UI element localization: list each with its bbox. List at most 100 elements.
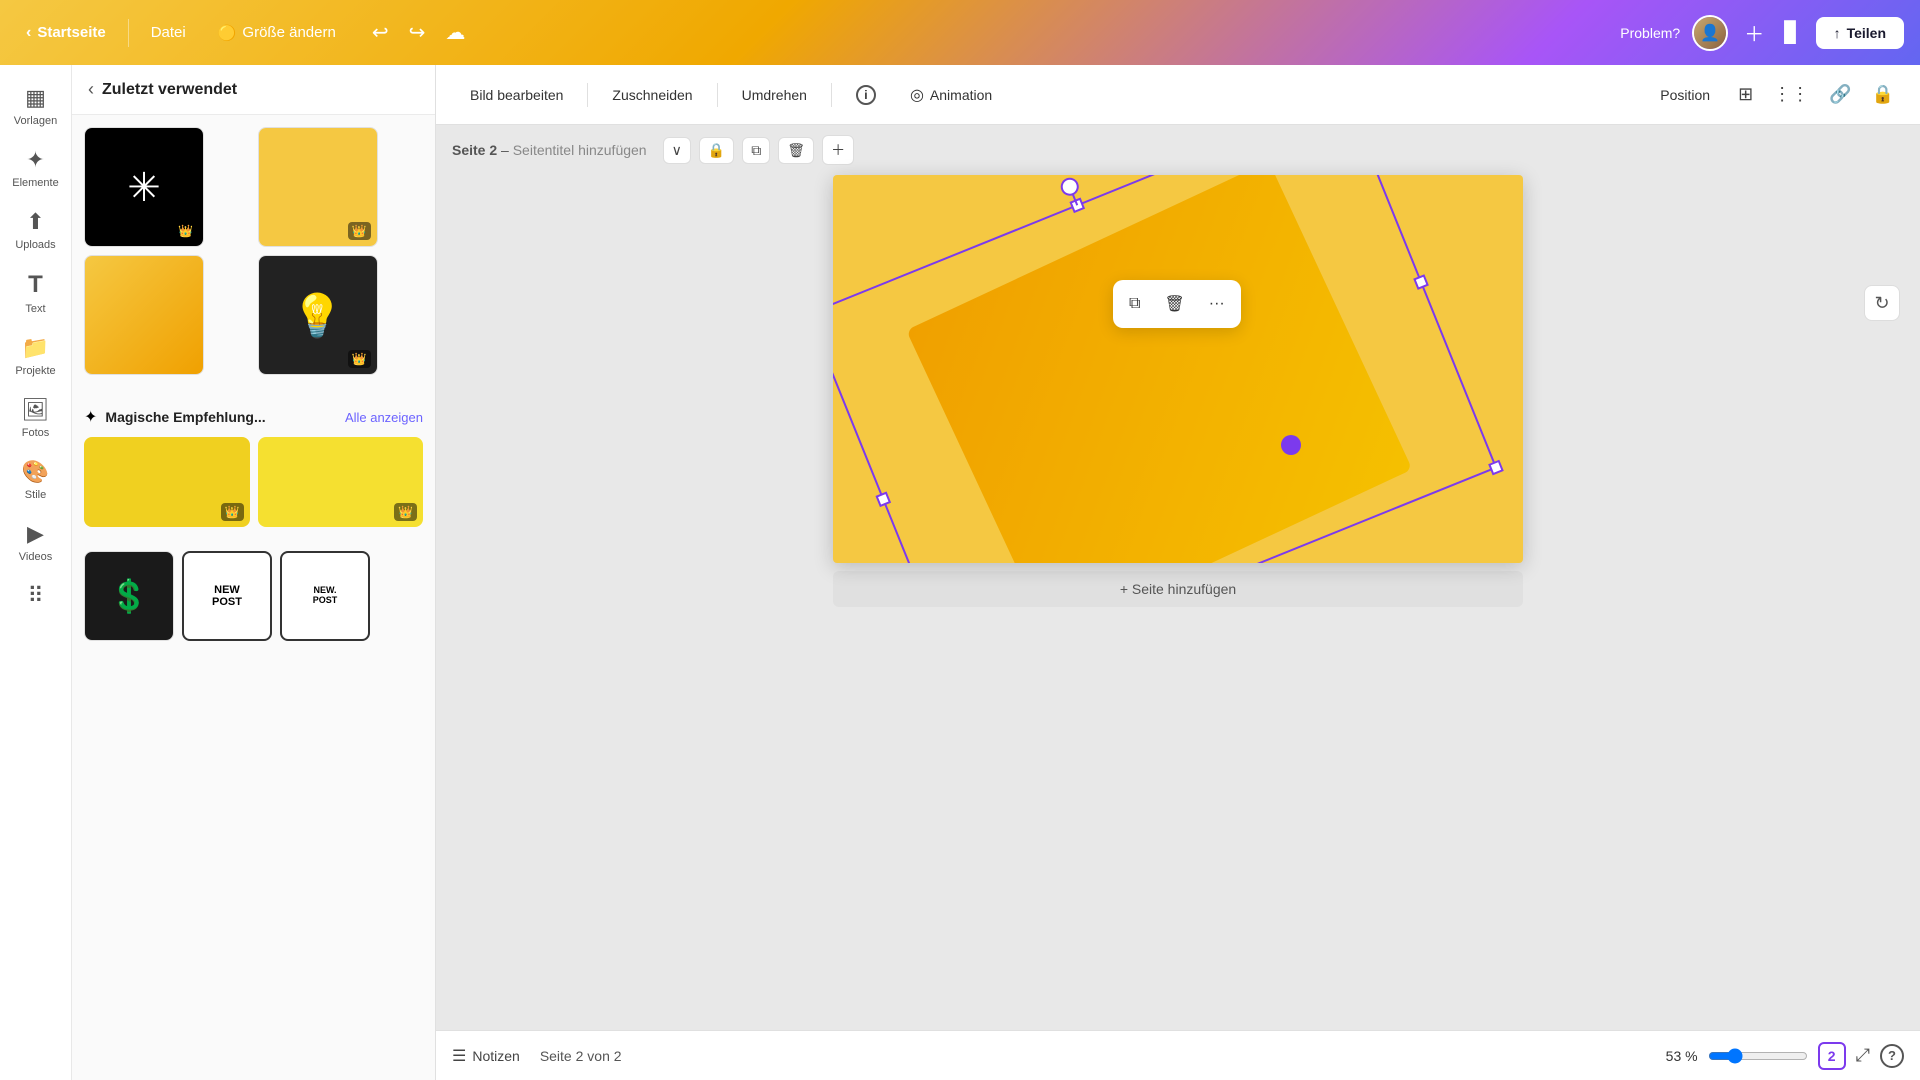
sidebar-item-fotos[interactable]: 🖼 Fotos	[4, 389, 68, 447]
page-copy-button[interactable]: ⧉	[742, 137, 770, 164]
videos-label: Videos	[19, 551, 52, 563]
header: ‹ Startseite Datei 🟡 Größe ändern ↩ ↪ ☁ …	[0, 0, 1920, 65]
page-lock-icon: 🔒	[708, 142, 725, 158]
grid-icon-button[interactable]: ⋮⋮	[1767, 78, 1815, 111]
more-icon: ⠿	[27, 583, 43, 609]
info-button[interactable]: i	[842, 77, 890, 113]
template-item-yellow[interactable]: 👑	[258, 127, 378, 247]
page-number: 2	[1828, 1048, 1836, 1064]
share-arrow-icon: ↑	[1834, 25, 1841, 41]
page-lock-button[interactable]: 🔒	[699, 137, 734, 164]
size-label: Größe ändern	[242, 24, 335, 41]
toolbar: Bild bearbeiten Zuschneiden Umdrehen i ◎…	[436, 65, 1920, 125]
home-button[interactable]: ‹ Startseite	[16, 18, 116, 48]
sticker-new-post-1[interactable]: NEWPOST	[182, 551, 272, 641]
share-button[interactable]: ↑ Teilen	[1816, 17, 1904, 49]
uploads-label: Uploads	[15, 239, 55, 251]
vorlagen-icon: ▦	[25, 85, 46, 111]
template-item-orange[interactable]	[84, 255, 204, 375]
help-button[interactable]: ?	[1880, 1044, 1904, 1068]
link-icon-button[interactable]: 🔗	[1823, 78, 1857, 111]
page-info: Seite 2 von 2	[540, 1048, 622, 1064]
page-delete-button[interactable]: 🗑	[778, 137, 814, 164]
refresh-button[interactable]: ↻	[1864, 285, 1900, 321]
page-label-num: Seite 2 – Seitentitel hinzufügen	[452, 142, 647, 158]
add-user-button[interactable]: ＋	[1740, 14, 1768, 51]
lock-icon-button[interactable]: 🔒	[1866, 78, 1900, 111]
position-label: Position	[1660, 87, 1710, 103]
problem-button[interactable]: Problem?	[1620, 25, 1680, 41]
context-menu: ⧉ 🗑 ···	[1113, 280, 1241, 328]
orange-thumbnail	[85, 256, 203, 375]
context-copy-button[interactable]: ⧉	[1119, 286, 1150, 322]
notes-button[interactable]: ☰ Notizen	[452, 1046, 520, 1066]
context-delete-button[interactable]: 🗑	[1154, 286, 1194, 322]
sidebar-item-projekte[interactable]: 📁 Projekte	[4, 327, 68, 385]
template-first-row: ✳ 👑 👑	[84, 127, 423, 247]
magic-title: Magische Empfehlung...	[105, 409, 265, 425]
sidebar-item-stile[interactable]: 🎨 Stile	[4, 451, 68, 509]
template-item-bulb[interactable]: 💡 👑	[258, 255, 378, 375]
toolbar-divider-1	[587, 83, 588, 107]
sidebar-item-videos[interactable]: ▶ Videos	[4, 513, 68, 571]
panel-header: ‹ Zuletzt verwendet	[72, 65, 435, 115]
lock-icon: 🔒	[1872, 84, 1894, 105]
uploads-icon: ⬆	[26, 209, 44, 235]
fullscreen-icon: ⤢	[1856, 1045, 1870, 1065]
cloud-icon: ☁	[445, 20, 465, 45]
see-all-button[interactable]: Alle anzeigen	[345, 410, 423, 425]
datei-button[interactable]: Datei	[141, 18, 196, 47]
zoom-label: 53 %	[1666, 1048, 1698, 1064]
animation-label: Animation	[930, 87, 992, 103]
sidebar-item-vorlagen[interactable]: ▦ Vorlagen	[4, 77, 68, 135]
avatar-image: 👤	[1694, 17, 1726, 49]
page-add-button[interactable]: ＋	[822, 135, 854, 165]
fullscreen-button[interactable]: ⤢	[1856, 1045, 1870, 1066]
sticker-dollar[interactable]: 💲	[84, 551, 174, 641]
link-icon: 🔗	[1829, 84, 1851, 105]
add-user-icon: ＋	[1744, 24, 1764, 46]
magic-item-2[interactable]: 👑	[258, 437, 424, 527]
sidebar-item-elemente[interactable]: ✦ Elemente	[4, 139, 68, 197]
size-change-button[interactable]: 🟡 Größe ändern	[208, 18, 346, 48]
magic-item-1[interactable]: 👑	[84, 437, 250, 527]
crown-badge-3: 👑	[348, 350, 371, 368]
canvas-page[interactable]: ⧉ 🗑 ···	[833, 175, 1523, 563]
bild-bearbeiten-button[interactable]: Bild bearbeiten	[456, 79, 577, 111]
canvas-shape	[906, 175, 1412, 563]
bild-bearbeiten-label: Bild bearbeiten	[470, 87, 563, 103]
zuschneiden-label: Zuschneiden	[612, 87, 692, 103]
panel: ‹ Zuletzt verwendet ✳ 👑 👑	[72, 65, 436, 1080]
panel-back-button[interactable]: ‹	[88, 79, 94, 100]
projekte-icon: 📁	[22, 335, 49, 361]
magic-section: ✦ Magische Empfehlung... Alle anzeigen 👑…	[72, 395, 435, 539]
position-button[interactable]: Position	[1646, 79, 1724, 111]
page-subtitle: Seitentitel hinzufügen	[513, 142, 647, 158]
page-dropdown-button[interactable]: ∨	[663, 137, 691, 164]
purple-handle-dot[interactable]	[1281, 435, 1301, 455]
context-more-button[interactable]: ···	[1199, 286, 1235, 322]
zuschneiden-button[interactable]: Zuschneiden	[598, 79, 706, 111]
filter-icon-button[interactable]: ⊞	[1732, 78, 1759, 111]
stats-button[interactable]: ▊	[1780, 16, 1803, 49]
refresh-icon: ↻	[1874, 293, 1889, 314]
page-label-dash: –	[501, 142, 513, 158]
elemente-label: Elemente	[12, 177, 58, 189]
sidebar-item-uploads[interactable]: ⬆ Uploads	[4, 201, 68, 259]
sidebar-item-text[interactable]: T Text	[4, 263, 68, 323]
undo-icon: ↩	[372, 20, 389, 45]
umdrehen-button[interactable]: Umdrehen	[728, 79, 821, 111]
template-item-burst[interactable]: ✳ 👑	[84, 127, 204, 247]
sticker-new-post-2[interactable]: NEW.POST	[280, 551, 370, 641]
umdrehen-label: Umdrehen	[742, 87, 807, 103]
animation-circle-icon: ◎	[910, 85, 924, 105]
redo-button[interactable]: ↪	[403, 14, 432, 51]
add-page-bar[interactable]: + Seite hinzufügen	[833, 571, 1523, 607]
copy-icon: ⧉	[1129, 295, 1140, 312]
undo-button[interactable]: ↩	[366, 14, 395, 51]
cloud-save-button[interactable]: ☁	[439, 14, 471, 51]
animation-button[interactable]: ◎ Animation	[896, 77, 1006, 113]
zoom-slider[interactable]	[1708, 1048, 1808, 1064]
toolbar-divider-2	[717, 83, 718, 107]
sidebar-item-more[interactable]: ⠿	[4, 575, 68, 617]
